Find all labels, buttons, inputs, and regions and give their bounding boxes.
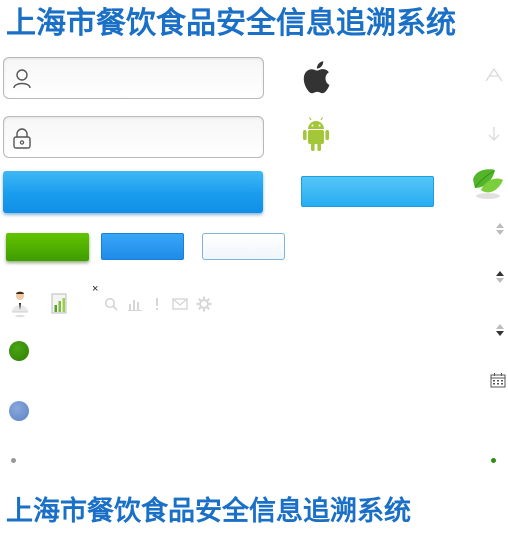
blue-button[interactable] (101, 233, 184, 260)
username-field[interactable] (3, 57, 264, 99)
apple-icon[interactable] (301, 59, 331, 95)
green-button[interactable] (6, 233, 89, 261)
font-icon[interactable] (483, 67, 505, 83)
page-title: 上海市餐饮食品安全信息追溯系统 (6, 7, 456, 40)
alert-icon[interactable] (153, 297, 161, 311)
username-input[interactable] (44, 64, 258, 94)
dot-indicator-green (491, 458, 496, 463)
close-icon[interactable]: × (92, 283, 102, 295)
leaf-icon (469, 166, 505, 202)
calendar-icon[interactable] (490, 372, 506, 388)
bar-chart-doc-icon (51, 293, 69, 315)
lock-icon (12, 127, 32, 149)
person-avatar-icon (9, 290, 31, 318)
password-input[interactable] (44, 123, 258, 153)
arrow-down-icon[interactable] (487, 126, 501, 142)
sort-updown-icon[interactable] (495, 222, 505, 236)
dot-indicator-gray (11, 458, 16, 463)
white-button[interactable] (202, 233, 285, 260)
footer-title: 上海市餐饮食品安全信息追溯系统 (6, 496, 411, 526)
gear-icon[interactable] (196, 296, 212, 312)
mail-icon[interactable] (172, 297, 188, 311)
primary-button[interactable] (301, 176, 434, 207)
android-icon[interactable] (301, 117, 331, 153)
status-dot-green (9, 341, 29, 361)
sort-down-icon[interactable] (495, 323, 505, 337)
password-field[interactable] (3, 116, 264, 158)
login-button[interactable] (3, 171, 263, 213)
sort-up-icon[interactable] (495, 270, 505, 284)
search-icon[interactable] (104, 297, 118, 311)
user-icon (12, 68, 32, 90)
status-dot-blue (9, 401, 29, 421)
stats-icon[interactable] (128, 297, 142, 311)
